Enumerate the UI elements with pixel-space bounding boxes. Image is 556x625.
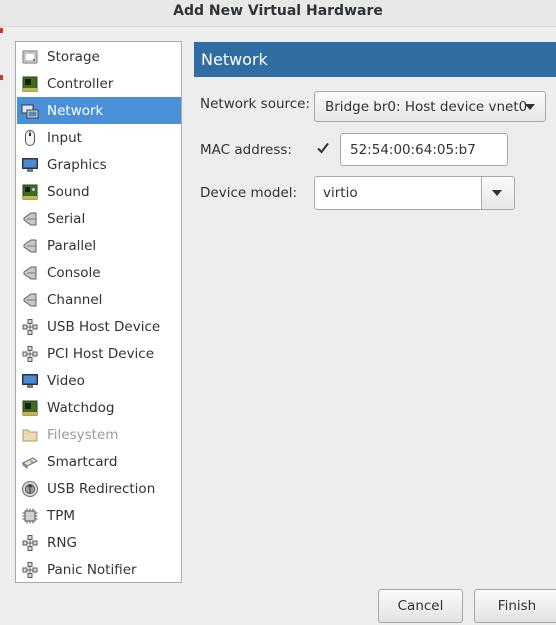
sidebar-item-label: USB Host Device (47, 318, 161, 335)
sidebar-item-video[interactable]: Video (17, 367, 181, 394)
sidebar-item-label: Console (47, 264, 101, 281)
sidebar-item-storage[interactable]: Storage (17, 43, 181, 70)
chip-icon (22, 508, 38, 523)
sidebar-item-label: USB Redirection (47, 480, 156, 497)
watchdog-icon (22, 400, 38, 415)
mac-address-label: MAC address: (200, 142, 292, 158)
usb-icon (22, 318, 38, 335)
pci-icon (22, 345, 38, 362)
sidebar-item-pci-host-device[interactable]: PCI Host Device (17, 340, 181, 367)
sidebar-item-graphics[interactable]: Graphics (17, 151, 181, 178)
sidebar-item-label: Network (47, 102, 104, 119)
mac-address-field[interactable]: 52:54:00:64:05:b7 (340, 133, 508, 166)
sidebar-item-label: Filesystem (47, 426, 119, 443)
mac-address-checkbox[interactable] (315, 140, 331, 156)
sidebar-item-label: Parallel (47, 237, 97, 254)
finish-button[interactable]: Finish (474, 589, 556, 623)
smartcard-icon (22, 456, 38, 469)
parallel-icon (23, 239, 37, 252)
sidebar-item-label: Panic Notifier (47, 561, 137, 578)
sidebar-item-label: Watchdog (47, 399, 115, 416)
serial-icon (23, 212, 37, 225)
sidebar-item-controller[interactable]: Controller (17, 70, 181, 97)
sidebar-item-rng[interactable]: RNG (17, 529, 181, 556)
sidebar-item-sound[interactable]: Sound (17, 178, 181, 205)
network-source-combo[interactable]: Bridge br0: Host device vnet0 (314, 91, 546, 122)
cancel-button[interactable]: Cancel (378, 589, 463, 623)
sidebar-item-label: RNG (47, 534, 77, 551)
channel-icon (23, 293, 37, 306)
sidebar-item-label: Channel (47, 291, 103, 308)
chevron-down-icon (525, 104, 535, 110)
sidebar-item-network[interactable]: Network (17, 97, 181, 124)
background-edge-mark (0, 75, 3, 80)
sidebar-item-label: Smartcard (47, 453, 118, 470)
sidebar-item-console[interactable]: Console (17, 259, 181, 286)
chevron-down-icon (492, 190, 502, 196)
sidebar-item-label: TPM (47, 507, 76, 524)
network-source-value: Bridge br0: Host device vnet0 (325, 98, 528, 115)
sidebar-item-usb-redirection[interactable]: USB Redirection (17, 475, 181, 502)
sidebar-item-tpm[interactable]: TPM (17, 502, 181, 529)
sound-card-icon (22, 184, 38, 199)
sidebar-item-label: Sound (47, 183, 90, 200)
network-icon (21, 104, 39, 118)
sidebar-item-label: PCI Host Device (47, 345, 155, 362)
section-header: Network (194, 42, 556, 77)
sidebar-item-usb-host-device[interactable]: USB Host Device (17, 313, 181, 340)
sidebar-item-input[interactable]: Input (17, 124, 181, 151)
folder-icon (22, 429, 38, 441)
sidebar-item-label: Serial (47, 210, 86, 227)
panic-notifier-icon (22, 561, 38, 578)
network-source-label: Network source: (200, 96, 311, 112)
sidebar-item-filesystem: Filesystem (17, 421, 181, 448)
mouse-icon (25, 129, 35, 146)
device-model-label: Device model: (200, 185, 298, 201)
sidebar-item-label: Input (47, 129, 82, 146)
sidebar-item-smartcard[interactable]: Smartcard (17, 448, 181, 475)
sidebar-item-serial[interactable]: Serial (17, 205, 181, 232)
sidebar-item-label: Video (47, 372, 85, 389)
mac-address-value: 52:54:00:64:05:b7 (350, 141, 476, 158)
device-model-value[interactable]: virtio (315, 177, 481, 209)
device-model-combo[interactable]: virtio (314, 176, 515, 210)
sidebar-item-channel[interactable]: Channel (17, 286, 181, 313)
sidebar-item-watchdog[interactable]: Watchdog (17, 394, 181, 421)
sidebar-item-label: Controller (47, 75, 114, 92)
sidebar-item-panic-notifier[interactable]: Panic Notifier (17, 556, 181, 583)
sidebar-item-parallel[interactable]: Parallel (17, 232, 181, 259)
usb-redirection-icon (22, 480, 38, 497)
storage-icon (22, 50, 38, 63)
background-edge-mark (0, 28, 3, 33)
device-model-dropdown-button[interactable] (481, 177, 514, 209)
hardware-type-list[interactable]: Storage Controller Network Input Graphic… (15, 41, 182, 583)
video-icon (22, 373, 38, 388)
sidebar-item-label: Graphics (47, 156, 107, 173)
monitor-icon (22, 157, 38, 172)
window-title: Add New Virtual Hardware (173, 3, 383, 19)
window-titlebar: Add New Virtual Hardware (0, 0, 556, 27)
controller-icon (22, 76, 38, 91)
sidebar-item-label: Storage (47, 48, 100, 65)
console-icon (23, 266, 37, 279)
rng-icon (22, 534, 38, 551)
